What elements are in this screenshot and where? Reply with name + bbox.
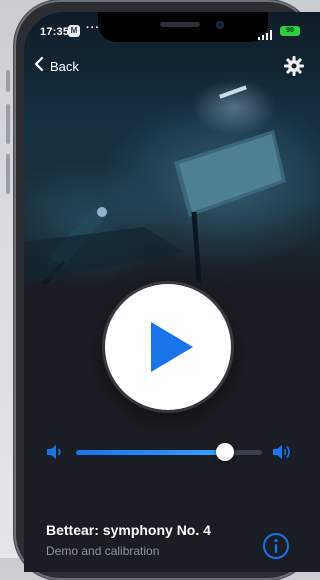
volume-low-icon[interactable] (46, 444, 64, 465)
back-button[interactable]: Back (34, 56, 79, 77)
phone-volume-up-button (6, 104, 10, 144)
concert-hero-image (24, 12, 320, 284)
status-more-dots: ··· (86, 22, 100, 34)
notification-badge: M (68, 25, 80, 37)
play-button[interactable] (105, 284, 231, 410)
volume-high-icon[interactable] (272, 443, 292, 466)
status-bar: 17:35 M ··· 98 (24, 12, 320, 46)
track-title: Bettear: symphony No. 4 (46, 522, 211, 538)
volume-slider-thumb[interactable] (215, 443, 234, 461)
chevron-left-icon (34, 56, 44, 77)
phone-side-button (6, 70, 10, 92)
volume-slider[interactable] (76, 443, 262, 461)
settings-gear-icon[interactable] (282, 54, 306, 78)
app-screen: 17:35 M ··· 98 Back Bettear: symphony No… (24, 12, 320, 572)
volume-slider-fill (76, 450, 225, 455)
signal-icon (258, 27, 274, 45)
track-subtitle: Demo and calibration (46, 544, 160, 558)
info-icon[interactable] (262, 532, 290, 560)
phone-volume-down-button (6, 154, 10, 194)
status-time: 17:35 (40, 26, 70, 38)
battery-icon: 98 (280, 26, 300, 36)
back-label: Back (50, 59, 79, 74)
